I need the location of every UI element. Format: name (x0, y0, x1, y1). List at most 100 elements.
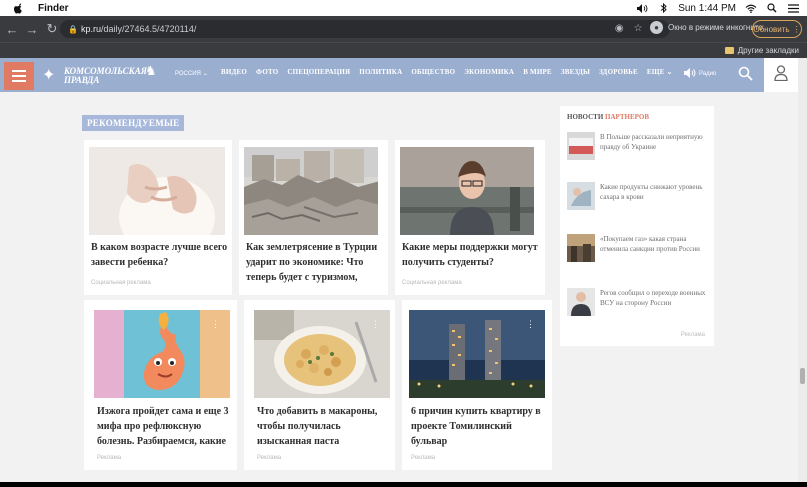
partner-news-text[interactable]: Регов сообщил о переходе военных ВСУ на … (600, 288, 708, 308)
region-label: РОССИЯ (175, 70, 201, 77)
card-image-pregnancy[interactable] (89, 147, 225, 235)
incognito-indicator[interactable]: ● Окно в режиме инкогнито (650, 21, 763, 34)
partner-news-item[interactable]: Какие продукты снижают уровень сахара в … (567, 182, 709, 228)
card-title[interactable]: 6 причин купить квартиру в проекте Томил… (411, 404, 549, 449)
wifi-icon[interactable] (745, 3, 757, 13)
logo-star-icon: ✦ (42, 67, 56, 84)
chevron-down-icon: ⌄ (202, 71, 208, 77)
apple-icon[interactable] (14, 3, 24, 14)
nav-item[interactable]: ФОТО (256, 68, 278, 76)
more-vert-icon[interactable]: ⋮ (371, 320, 380, 329)
url-domain: kp.ru (81, 24, 102, 34)
card-image-stomach[interactable]: ⋮ (94, 310, 230, 398)
nav-item[interactable]: ЭКОНОМИКА (464, 68, 514, 76)
partner-news-text[interactable]: «Покупаем газ» какая страна отменила сан… (600, 234, 708, 254)
partner-news-text[interactable]: Какие продукты снижают уровень сахара в … (600, 182, 708, 202)
card-title[interactable]: В каком возрасте лучше всего завести реб… (91, 240, 229, 270)
nav-item[interactable]: ПОЛИТИКА (359, 68, 402, 76)
nav-item[interactable]: СПЕЦОПЕРАЦИЯ (287, 68, 350, 76)
page-scrollbar[interactable] (798, 58, 807, 482)
news-card[interactable]: Как землетрясение в Турции ударит по эко… (239, 140, 388, 295)
card-image-student[interactable] (400, 147, 534, 235)
bottom-edge (0, 482, 807, 487)
partner-news-image[interactable] (567, 288, 595, 316)
news-card[interactable]: ⋮ Изжога пройдет сама и еще 3 мифа про р… (84, 300, 237, 470)
update-label: Обновить (753, 24, 790, 34)
chevron-down-icon: ⌄ (666, 68, 673, 76)
card-source: Реклама (97, 455, 122, 461)
clock[interactable]: Sun 1:44 PM (678, 3, 736, 14)
news-card[interactable]: ⋮ Что добавить в макароны, чтобы получил… (244, 300, 395, 470)
bluetooth-icon[interactable] (657, 3, 669, 13)
partner-news-item[interactable]: В Польше рассказали неприятную правду об… (567, 132, 709, 178)
card-title[interactable]: Как землетрясение в Турции ударит по эко… (246, 240, 384, 285)
url-path: /daily/27464.5/4720114/ (101, 24, 197, 34)
partner-news-heading: НОВОСТИ ПАРТНЕРОВ (567, 113, 650, 121)
card-title[interactable]: Что добавить в макароны, чтобы получилас… (257, 404, 395, 449)
nav-item[interactable]: ВИДЕО (221, 68, 247, 76)
site-logo[interactable]: ✦ КОМСОМОЛЬСКАЯ ПРАВДА (42, 62, 147, 90)
page-viewport: ✦ КОМСОМОЛЬСКАЯ ПРАВДА ♞ РОССИЯ ⌄ ВИДЕО Ф… (0, 58, 807, 482)
card-source: Социальная реклама (402, 280, 462, 286)
reload-icon[interactable]: ↻ (44, 21, 60, 37)
lock-icon[interactable]: 🔒 (68, 25, 78, 34)
bookmark-star-icon[interactable]: ☆ (634, 23, 643, 34)
other-bookmarks[interactable]: Другие закладки (738, 46, 799, 55)
region-selector[interactable]: РОССИЯ ⌄ (175, 70, 208, 78)
forward-arrow-icon[interactable]: → (24, 21, 40, 37)
recommended-badge: РЕКОМЕНДУЕМЫЕ (82, 115, 185, 131)
ad-label: Реклама (680, 332, 705, 338)
address-bar[interactable]: 🔒 kp.ru/daily/27464.5/4720114/ ◉ ☆ ◫ (60, 20, 670, 38)
search-icon[interactable] (738, 66, 754, 82)
partner-news-image[interactable] (567, 182, 595, 210)
toolbar: ← → ↻ 🔒 kp.ru/daily/27464.5/4720114/ ◉ ☆… (0, 16, 807, 42)
screen: Finder Sun 1:44 PM ← → ↻ 🔒 kp.ru/daily/2… (0, 0, 807, 487)
folder-icon (724, 47, 734, 54)
card-image-earthquake[interactable] (244, 147, 378, 235)
speaker-icon (684, 68, 696, 80)
control-center-icon[interactable] (787, 3, 799, 13)
card-source: Социальная реклама (91, 280, 151, 286)
back-arrow-icon[interactable]: ← (4, 21, 20, 37)
card-source: Реклама (257, 455, 282, 461)
site-header: ✦ КОМСОМОЛЬСКАЯ ПРАВДА ♞ РОССИЯ ⌄ ВИДЕО Ф… (0, 58, 798, 92)
partner-news-item[interactable]: Регов сообщил о переходе военных ВСУ на … (567, 288, 709, 334)
more-vert-icon[interactable]: ⋮ (526, 320, 535, 329)
volume-icon[interactable] (636, 3, 648, 13)
nav-item[interactable]: ЗВЕЗДЫ (561, 68, 590, 76)
update-button[interactable]: Обновить ⋮ (752, 20, 802, 38)
browser-chrome: ← → ↻ 🔒 kp.ru/daily/27464.5/4720114/ ◉ ☆… (0, 16, 807, 58)
card-image-pasta[interactable]: ⋮ (254, 310, 390, 398)
logo-text: КОМСОМОЛЬСКАЯ ПРАВДА (64, 66, 147, 85)
order-emblem-icon: ♞ (145, 63, 157, 78)
more-vert-icon[interactable]: ⋮ (211, 320, 220, 329)
incognito-icon: ● (650, 21, 663, 34)
partner-news-image[interactable] (567, 132, 595, 160)
user-account-button[interactable] (764, 58, 798, 92)
url-text[interactable]: kp.ru/daily/27464.5/4720114/ (81, 24, 196, 34)
partner-news-image[interactable] (567, 234, 595, 262)
nav-item[interactable]: ОБЩЕСТВО (411, 68, 455, 76)
main-nav: ВИДЕО ФОТО СПЕЦОПЕРАЦИЯ ПОЛИТИКА ОБЩЕСТВ… (221, 68, 673, 76)
card-title[interactable]: Изжога пройдет сама и еще 3 мифа про реф… (97, 404, 235, 449)
nav-item-more[interactable]: ЕЩЕ ⌄ (647, 68, 673, 76)
tracking-eye-icon[interactable]: ◉ (615, 23, 624, 34)
news-card[interactable]: В каком возрасте лучше всего завести реб… (84, 140, 232, 295)
scrollbar-thumb[interactable] (800, 368, 805, 384)
news-card[interactable]: ⋮ 6 причин купить квартиру в проекте Том… (402, 300, 552, 470)
news-card[interactable]: Какие меры поддержки могут получить студ… (395, 140, 545, 295)
radio-label: Радио (699, 71, 717, 77)
card-image-apartments[interactable]: ⋮ (409, 310, 545, 398)
card-source: Реклама (411, 455, 436, 461)
card-title[interactable]: Какие меры поддержки могут получить студ… (402, 240, 540, 270)
user-icon (774, 64, 788, 86)
menu-icon[interactable] (4, 62, 34, 90)
partner-news-text[interactable]: В Польше рассказали неприятную правду об… (600, 132, 708, 152)
more-vert-icon: ⋮ (792, 24, 801, 34)
radio-link[interactable]: Радио (684, 68, 716, 80)
nav-item[interactable]: В МИРЕ (523, 68, 552, 76)
nav-item[interactable]: ЗДОРОВЬЕ (599, 68, 638, 76)
spotlight-icon[interactable] (766, 3, 778, 13)
app-name[interactable]: Finder (38, 3, 69, 14)
partner-news-item[interactable]: «Покупаем газ» какая страна отменила сан… (567, 234, 709, 280)
